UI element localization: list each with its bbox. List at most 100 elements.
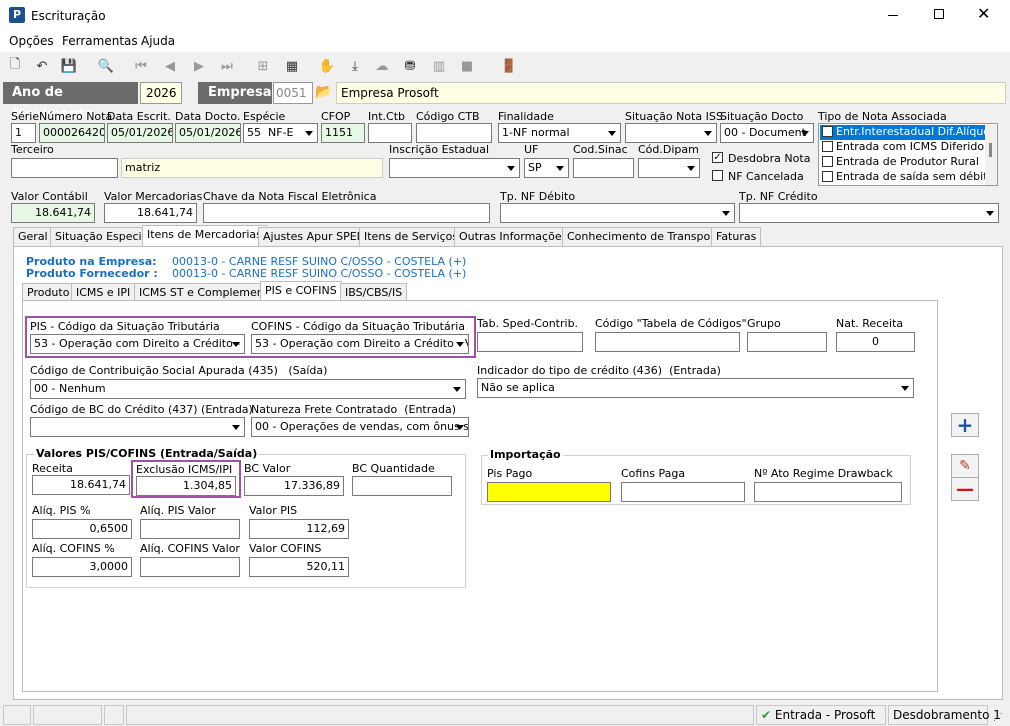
especie-label: Espécie [243,110,286,123]
importacao-title: Importação [488,448,563,461]
finalidade-select[interactable]: 1-NF normal [498,123,621,143]
intctb-label: Int.Ctb [368,110,406,123]
resize-grip-icon[interactable]: ⋰ [993,712,1003,723]
ato-field[interactable] [754,482,902,502]
cofins-paga-field[interactable] [621,482,745,502]
aliq-pis-valor-field[interactable] [140,519,240,539]
exit-icon[interactable]: 🚪 [500,57,518,75]
ie-select[interactable] [389,158,520,178]
valor-contabil-field[interactable]: 18.641,74 [11,203,95,223]
tab-ajustes-apur[interactable]: Ajustes Apur SPED [258,227,371,247]
new-icon[interactable]: 🗋 [6,57,24,75]
bc-valor-field[interactable]: 17.336,89 [244,476,344,496]
cod-tab-field[interactable] [595,332,740,352]
tab-conhecimento-transporte[interactable]: Conhecimento de Transporte [562,227,731,247]
tab-outras-informacoes[interactable]: Outras Informações [454,227,573,247]
tipo-label: Tipo de Nota Associada [818,110,947,123]
cancelada-checkbox[interactable] [712,170,723,181]
next-icon[interactable]: ▶ [190,57,208,75]
tpdeb-select[interactable] [500,203,735,223]
add-button[interactable]: + [951,413,979,437]
desdobra-checkbox[interactable]: ✓ [712,152,723,163]
list-item[interactable]: Entrada com ICMS Diferido [820,140,985,155]
data-docto-label: Data Docto. [175,110,241,123]
tpcred-select[interactable] [739,203,999,223]
bc-credito-select[interactable] [30,417,245,437]
tab-situacao-especial[interactable]: Situação Especial [50,227,157,247]
calc-icon[interactable]: ▦ [283,57,301,75]
cfop-field[interactable]: 1151 [321,123,365,143]
indicador-select[interactable]: Não se aplica [477,378,914,398]
tab-sped-field[interactable] [477,332,583,352]
numero-field[interactable]: 0000264202 [39,123,105,143]
codctb-field[interactable] [416,123,492,143]
cib-icon[interactable]: ⛃ [401,57,419,75]
dipam-select[interactable] [638,158,700,178]
serie-field[interactable]: 1 [11,123,36,143]
cst-pis-select[interactable]: 53 - Operação com Direito a Crédito - Vi… [30,334,245,354]
first-icon[interactable]: ⏮ [132,57,150,75]
save-icon[interactable]: 💾 [60,57,78,75]
export-icon[interactable]: ▥ [430,57,448,75]
terceiro-code-field[interactable] [11,158,118,178]
tab-faturas[interactable]: Faturas [711,227,762,247]
nat-receita-field[interactable]: 0 [836,332,915,352]
block-icon[interactable]: ■ [458,57,476,75]
contrib-select[interactable]: 00 - Nenhum [30,379,466,399]
produto-fornecedor-value[interactable]: 00013-0 - CARNE RESF SUINO C/OSSO - COST… [172,267,466,280]
minimize-button[interactable] [888,8,902,22]
cst-cofins-select[interactable]: 53 - Operação com Direito a Crédito - Vi… [251,334,469,354]
valor-cofins-field[interactable]: 520,11 [249,557,349,577]
cloud-icon[interactable]: ☁ [373,57,391,75]
grupo-field[interactable] [747,332,827,352]
exclusao-field[interactable]: 1.304,85 [136,476,236,496]
sitdocto-select[interactable]: 00 - Document [720,123,814,143]
valor-merc-field[interactable]: 18.641,74 [104,203,197,223]
data-docto-field[interactable]: 05/01/2026 [175,123,241,143]
tree-icon[interactable]: ⊞ [254,57,272,75]
remove-button[interactable]: — [951,477,979,501]
close-button[interactable]: ✕ [977,4,990,23]
uf-select[interactable]: SP [524,158,569,178]
menu-ferramentas[interactable]: Ferramentas [62,34,138,48]
download-icon[interactable]: ⤓ [346,57,364,75]
bc-qtd-field[interactable] [352,476,452,496]
data-escrit-field[interactable]: 05/01/2026 [107,123,173,143]
chave-field[interactable] [203,203,490,223]
tab-itens-servicos[interactable]: Itens de Serviços [359,227,464,247]
folder-icon[interactable]: 📂 [315,84,333,102]
cst-pis-label: PIS - Código da Situação Tributária [30,320,220,333]
maximize-button[interactable] [934,9,944,19]
sitiss-select[interactable] [625,123,717,143]
aliq-pis-label: Alíq. PIS % [32,504,91,517]
list-scrollbar[interactable] [985,125,997,185]
prev-icon[interactable]: ◀ [161,57,179,75]
list-item[interactable]: Entrada de Produtor Rural [820,155,985,170]
empresa-code-field[interactable]: 0051 [273,82,313,104]
aliq-cofins-field[interactable]: 3,0000 [32,557,132,577]
tab-geral[interactable]: Geral [13,227,53,247]
list-item[interactable]: Entr.Interestadual Dif.Alíquota [820,125,997,140]
menu-ajuda[interactable]: Ajuda [141,34,175,48]
frete-select[interactable]: 00 - Operações de vendas, com ônus su [251,417,469,437]
especie-select[interactable]: 55 NF-E [243,123,318,143]
edit-button[interactable]: ✎ [951,454,979,478]
aliq-pis-field[interactable]: 0,6500 [32,519,132,539]
hand-icon[interactable]: ✋ [318,57,336,75]
last-icon[interactable]: ⏭ [218,57,236,75]
undo-icon[interactable]: ↶ [33,57,51,75]
tab-itens-mercadorias[interactable]: Itens de Mercadorias [142,225,267,247]
tipo-nota-list[interactable]: Entr.Interestadual Dif.Alíquota Entrada … [818,123,998,186]
intctb-field[interactable] [368,123,412,143]
codctb-label: Código CTB [416,110,480,123]
valor-pis-field[interactable]: 112,69 [249,519,349,539]
aliq-cofins-valor-field[interactable] [140,557,240,577]
preview-icon[interactable]: 🔍 [97,57,115,75]
check-icon: ✔ [761,708,772,722]
ano-field[interactable]: 2026 [140,82,182,104]
pis-pago-field[interactable] [487,482,611,502]
list-item[interactable]: Entrada de saída sem débito [820,170,994,185]
receita-field[interactable]: 18.641,74 [32,475,130,495]
sinac-field[interactable] [573,158,634,178]
menu-opcoes[interactable]: Opções [9,34,54,48]
